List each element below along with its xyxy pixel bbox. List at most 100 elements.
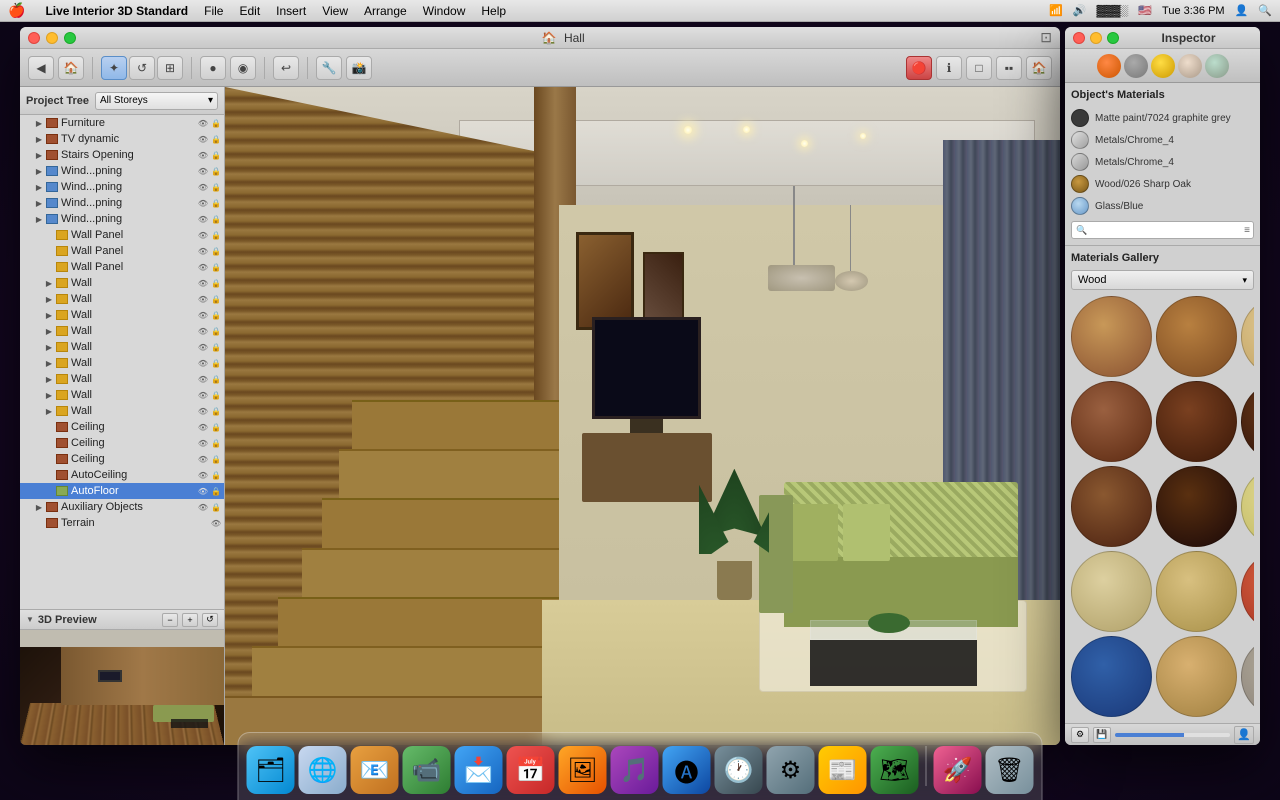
- gallery-person-button[interactable]: 👤: [1234, 726, 1254, 744]
- arrow-tool-button[interactable]: ↩: [273, 56, 299, 80]
- gallery-swatch-7[interactable]: [1156, 466, 1237, 547]
- inspector-tool-texture[interactable]: [1178, 54, 1202, 78]
- file-menu[interactable]: File: [204, 4, 223, 18]
- window-menu[interactable]: Window: [423, 4, 466, 18]
- preview-content[interactable]: [20, 630, 224, 745]
- lock-icon[interactable]: 🔒: [210, 405, 222, 417]
- inspector-tool-light[interactable]: [1151, 54, 1175, 78]
- inspector-close-button[interactable]: [1073, 32, 1085, 44]
- view-split-button[interactable]: ▪▪: [996, 56, 1022, 80]
- material-item-graphite[interactable]: Matte paint/7024 graphite grey: [1071, 107, 1254, 129]
- apple-menu-icon[interactable]: 🍎: [8, 2, 25, 19]
- dock-timemachine[interactable]: 🕐: [715, 746, 763, 794]
- dock-app1[interactable]: 🌐: [299, 746, 347, 794]
- eye-icon[interactable]: 👁: [197, 149, 209, 161]
- arrange-menu[interactable]: Arrange: [364, 4, 407, 18]
- eye-icon[interactable]: 👁: [197, 501, 209, 513]
- tree-item-wall5[interactable]: ▶ Wall 👁 🔒: [20, 339, 224, 355]
- volume-icon[interactable]: 🔊: [1073, 4, 1087, 17]
- view-2d-button[interactable]: □: [966, 56, 992, 80]
- eye-icon[interactable]: 👁: [197, 421, 209, 433]
- view-menu[interactable]: View: [322, 4, 348, 18]
- tree-item-ceiling2[interactable]: Ceiling 👁 🔒: [20, 435, 224, 451]
- dock-itunes[interactable]: 🎵: [611, 746, 659, 794]
- tree-item-wall2[interactable]: ▶ Wall 👁 🔒: [20, 291, 224, 307]
- lock-icon[interactable]: 🔒: [210, 309, 222, 321]
- tree-item-ceiling1[interactable]: Ceiling 👁 🔒: [20, 419, 224, 435]
- eye-icon[interactable]: 👁: [197, 213, 209, 225]
- gallery-swatch-8[interactable]: [1241, 466, 1254, 547]
- material-item-glass[interactable]: Glass/Blue: [1071, 195, 1254, 217]
- rotate-tool-button[interactable]: ↺: [129, 56, 155, 80]
- lock-icon[interactable]: 🔒: [210, 421, 222, 433]
- wifi-icon[interactable]: 📶: [1049, 4, 1063, 17]
- eye-icon[interactable]: 👁: [197, 453, 209, 465]
- gallery-swatch-10[interactable]: [1156, 551, 1237, 632]
- tree-item-ceiling3[interactable]: Ceiling 👁 🔒: [20, 451, 224, 467]
- tree-item-wall1[interactable]: ▶ Wall 👁 🔒: [20, 275, 224, 291]
- dock-finder[interactable]: 🗂: [247, 746, 295, 794]
- dock-trash[interactable]: 🗑: [986, 746, 1034, 794]
- eye-icon[interactable]: 👁: [197, 309, 209, 321]
- lock-icon[interactable]: 🔒: [210, 437, 222, 449]
- dock-facetime[interactable]: 📹: [403, 746, 451, 794]
- eye-icon[interactable]: 👁: [197, 293, 209, 305]
- info-button[interactable]: ℹ: [936, 56, 962, 80]
- eye-icon[interactable]: 👁: [197, 373, 209, 385]
- eye-icon[interactable]: 👁: [197, 485, 209, 497]
- lock-icon[interactable]: 🔒: [210, 165, 222, 177]
- lock-icon[interactable]: 🔒: [210, 229, 222, 241]
- dock-syspref[interactable]: ⚙: [767, 746, 815, 794]
- eye-icon[interactable]: 👁: [197, 341, 209, 353]
- zoom-in-button[interactable]: +: [182, 613, 198, 627]
- inspector-tool-object[interactable]: [1124, 54, 1148, 78]
- preview-toggle-arrow[interactable]: ▼: [26, 615, 34, 624]
- help-menu[interactable]: Help: [481, 4, 506, 18]
- eye-icon[interactable]: 👁: [197, 469, 209, 481]
- tree-item-wallpanel2[interactable]: Wall Panel 👁 🔒: [20, 243, 224, 259]
- insert-menu[interactable]: Insert: [276, 4, 306, 18]
- lock-icon[interactable]: 🔒: [210, 501, 222, 513]
- lock-icon[interactable]: 🔒: [210, 389, 222, 401]
- gallery-swatch-13[interactable]: [1156, 636, 1237, 717]
- lock-icon[interactable]: 🔒: [210, 277, 222, 289]
- user-icon[interactable]: 👤: [1235, 4, 1249, 17]
- eye-icon[interactable]: 👁: [197, 389, 209, 401]
- gallery-category-dropdown[interactable]: Wood ▾: [1071, 270, 1254, 290]
- eye-icon[interactable]: 👁: [197, 245, 209, 257]
- lock-icon[interactable]: 🔒: [210, 213, 222, 225]
- tree-item-autofloor[interactable]: AutoFloor 👁 🔒: [20, 483, 224, 499]
- material-search-bar[interactable]: 🔍 ≡: [1071, 221, 1254, 239]
- tree-item-window1[interactable]: ▶ Wind...pning 👁 🔒: [20, 163, 224, 179]
- inspector-minimize-button[interactable]: [1090, 32, 1102, 44]
- inspector-maximize-button[interactable]: [1107, 32, 1119, 44]
- eye-icon[interactable]: 👁: [197, 117, 209, 129]
- tree-item-wallpanel1[interactable]: Wall Panel 👁 🔒: [20, 227, 224, 243]
- gallery-swatch-2[interactable]: [1241, 296, 1254, 377]
- gallery-swatch-0[interactable]: [1071, 296, 1152, 377]
- gallery-swatch-3[interactable]: [1071, 381, 1152, 462]
- material-item-chrome1[interactable]: Metals/Chrome_4: [1071, 129, 1254, 151]
- material-search-menu-icon[interactable]: ≡: [1244, 225, 1250, 236]
- lock-icon[interactable]: 🔒: [210, 245, 222, 257]
- select-tool-button[interactable]: ✦: [101, 56, 127, 80]
- inspector-tool-extra[interactable]: [1205, 54, 1229, 78]
- maximize-button[interactable]: [64, 32, 76, 44]
- dock-mail[interactable]: 📩: [455, 746, 503, 794]
- eye-icon[interactable]: 👁: [197, 133, 209, 145]
- camera-tool-button[interactable]: 📸: [346, 56, 372, 80]
- eye-icon[interactable]: 👁: [197, 325, 209, 337]
- eye-icon[interactable]: 👁: [197, 437, 209, 449]
- lock-icon[interactable]: 🔒: [210, 453, 222, 465]
- inspector-tool-material[interactable]: [1097, 54, 1121, 78]
- gallery-swatch-6[interactable]: [1071, 466, 1152, 547]
- eye-icon[interactable]: 👁: [197, 357, 209, 369]
- tree-item-window3[interactable]: ▶ Wind...pning 👁 🔒: [20, 195, 224, 211]
- back-button[interactable]: ◀: [28, 56, 54, 80]
- storey-dropdown[interactable]: All Storeys ▾: [95, 92, 218, 110]
- gallery-swatch-14[interactable]: [1241, 636, 1254, 717]
- tree-item-wall8[interactable]: ▶ Wall 👁 🔒: [20, 387, 224, 403]
- dock-app2[interactable]: 📧: [351, 746, 399, 794]
- tree-item-auxiliary[interactable]: ▶ Auxiliary Objects 👁 🔒: [20, 499, 224, 515]
- tree-item-wall9[interactable]: ▶ Wall 👁 🔒: [20, 403, 224, 419]
